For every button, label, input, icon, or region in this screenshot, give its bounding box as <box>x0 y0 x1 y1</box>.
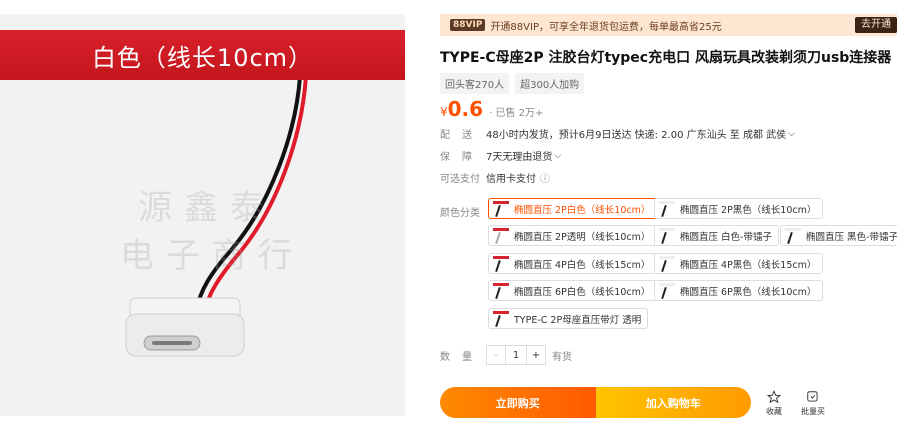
variant-thumbnail <box>659 227 675 244</box>
variant-option[interactable]: 椭圆直压 4P白色（线长15cm） <box>488 253 658 274</box>
stock-status: 有货 <box>552 351 572 363</box>
shipping-text: 48小时内发货，预计6月9日送达 快递: 2.00 广东汕头 至 成都 武侯 <box>486 130 787 141</box>
variant-thumbnail <box>659 282 675 299</box>
variant-label-text: 椭圆直压 6P黑色（线长10cm） <box>680 286 817 298</box>
product-title: TYPE-C母座2P 注胶台灯typec充电口 风扇玩具改装剃须刀usb连接器 <box>440 50 892 66</box>
quantity-label: 数量 <box>440 351 484 363</box>
variant-option[interactable]: TYPE-C 2P母座直压带灯 透明 <box>488 308 649 329</box>
payment-text: 信用卡支付 <box>486 174 536 185</box>
variant-label-text: TYPE-C 2P母座直压带灯 透明 <box>514 314 642 326</box>
bulk-buy-label: 批量买 <box>801 407 825 416</box>
variant-thumbnail <box>659 255 675 272</box>
guarantee-row[interactable]: 保障 7天无理由退货 ⌵ <box>440 148 561 164</box>
variant-label-text: 椭圆直压 4P白色（线长15cm） <box>514 259 651 271</box>
bulk-buy-icon <box>807 391 818 402</box>
info-icon[interactable]: ⓘ <box>540 170 550 185</box>
add-to-cart-button[interactable]: 加入购物车 <box>595 387 751 418</box>
variant-label-text: 椭圆直压 黑色-带镭子 <box>806 231 897 243</box>
variant-option[interactable]: 椭圆直压 6P白色（线长10cm） <box>488 280 658 301</box>
variant-label-text: 椭圆直压 白色-带镭子 <box>680 231 772 243</box>
bulk-buy-button[interactable]: 批量买 <box>801 390 825 417</box>
product-image[interactable]: 白色（线长10cm） 源鑫泰 电子商行 <box>0 14 405 416</box>
tag-add-to-cart-count: 超300人加购 <box>515 73 585 94</box>
variant-option[interactable]: 椭圆直压 2P透明（线长10cm） <box>488 225 658 246</box>
variant-thumbnail <box>493 282 509 299</box>
favorite-button[interactable]: 收藏 <box>766 390 782 417</box>
purchase-buttons: 立即购买 加入购物车 <box>440 387 751 418</box>
currency-symbol: ¥ <box>440 105 448 119</box>
vip-badge: 88VIP <box>450 19 486 31</box>
variant-option[interactable]: 椭圆直压 6P黑色（线长10cm） <box>654 280 824 301</box>
variant-thumbnail <box>659 200 675 217</box>
decrement-button[interactable]: - <box>487 346 505 364</box>
quantity-row: 数量 - 1 + 有货 <box>440 345 572 365</box>
product-page: 白色（线长10cm） 源鑫泰 电子商行 88VIP 开通88VIP，可享全年退货… <box>0 0 897 435</box>
payment-label: 可选支付 <box>440 174 480 185</box>
vip-open-button[interactable]: 去开通 <box>855 17 897 33</box>
vip-promo-text: 开通88VIP，可享全年退货包运费，每单最高省25元 <box>490 21 722 33</box>
variant-label-text: 椭圆直压 2P白色（线长10cm） <box>514 204 651 216</box>
variant-option[interactable]: 椭圆直压 2P黑色（线长10cm） <box>654 198 824 219</box>
variant-thumbnail <box>493 310 509 327</box>
variant-option[interactable]: 椭圆直压 白色-带镭子 <box>654 225 779 246</box>
variant-thumbnail <box>493 255 509 272</box>
sold-count: · 已售 2万+ <box>489 108 544 119</box>
watermark-text: 电子商行 <box>120 236 304 276</box>
price-value: 0.6 <box>447 97 484 121</box>
variant-thumbnail <box>493 227 509 244</box>
watermark-text: 源鑫泰 <box>138 188 276 228</box>
star-icon <box>767 390 781 404</box>
variant-label-text: 椭圆直压 6P白色（线长10cm） <box>514 286 651 298</box>
increment-button[interactable]: + <box>527 346 545 364</box>
quantity-input[interactable]: 1 <box>505 346 527 364</box>
variant-label-text: 椭圆直压 4P黑色（线长15cm） <box>680 259 817 271</box>
guarantee-label: 保障 <box>440 152 484 163</box>
variant-option[interactable]: 椭圆直压 4P黑色（线长15cm） <box>654 253 824 274</box>
vip-promo-bar: 88VIP 开通88VIP，可享全年退货包运费，每单最高省25元 去开通 <box>440 14 897 36</box>
variant-thumbnail <box>785 227 801 244</box>
variant-label-text: 椭圆直压 2P黑色（线长10cm） <box>680 204 817 216</box>
variant-option[interactable]: 椭圆直压 2P白色（线长10cm） <box>488 198 658 219</box>
chevron-down-icon[interactable]: ⌵ <box>554 151 561 161</box>
variant-label: 颜色分类 <box>440 208 480 219</box>
variant-thumbnail <box>493 200 509 217</box>
price-row: ¥ 0.6 · 已售 2万+ <box>440 97 543 121</box>
quantity-stepper[interactable]: - 1 + <box>486 345 546 365</box>
variant-option[interactable]: 椭圆直压 黑色-带镭子 <box>780 225 897 246</box>
payment-row: 可选支付 信用卡支付 ⓘ <box>440 170 550 185</box>
image-banner: 白色（线长10cm） <box>0 30 405 80</box>
tag-repeat-customers: 回头客270人 <box>440 73 510 94</box>
variant-label-text: 椭圆直压 2P透明（线长10cm） <box>514 231 651 243</box>
buy-now-button[interactable]: 立即购买 <box>440 387 596 418</box>
chevron-down-icon[interactable]: ⌵ <box>788 129 795 139</box>
product-tags: 回头客270人 超300人加购 <box>440 73 585 94</box>
shipping-row[interactable]: 配送 48小时内发货，预计6月9日送达 快递: 2.00 广东汕头 至 成都 武… <box>440 126 795 142</box>
guarantee-text: 7天无理由退货 <box>486 152 553 163</box>
shipping-label: 配送 <box>440 130 484 141</box>
favorite-label: 收藏 <box>766 407 782 416</box>
